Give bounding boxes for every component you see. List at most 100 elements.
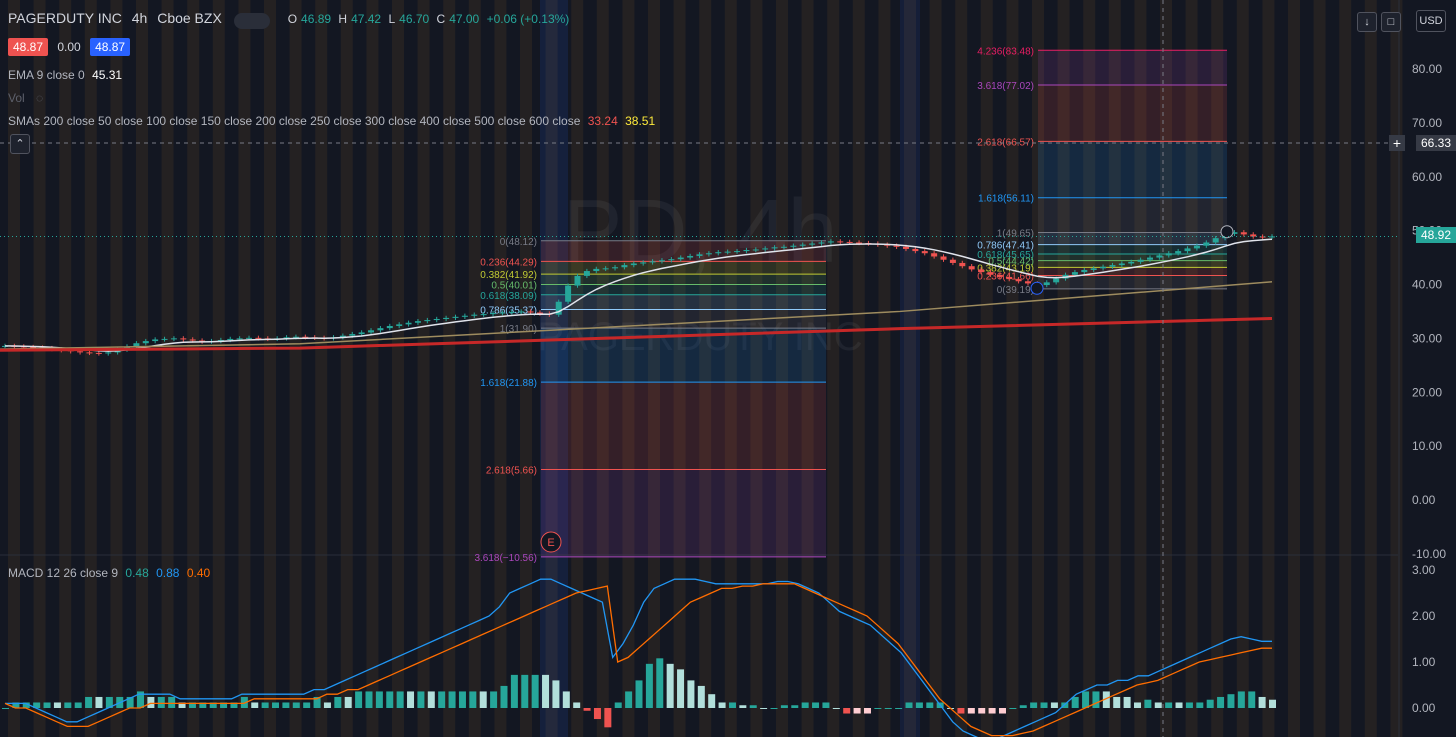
- macd-bar: [386, 691, 394, 708]
- macd-bar: [396, 691, 404, 708]
- candle: [856, 242, 863, 244]
- price-chart[interactable]: 80.0070.0060.0050.0040.0030.0020.0010.00…: [0, 0, 1456, 737]
- session-band: [1339, 0, 1352, 737]
- candle: [499, 312, 506, 314]
- collapse-legend-button[interactable]: ⌃: [10, 134, 30, 154]
- macd-legend[interactable]: MACD 12 26 close 9 0.48 0.88 0.40: [8, 566, 210, 580]
- session-band: [84, 0, 97, 737]
- candle: [480, 314, 487, 316]
- candle: [95, 352, 102, 354]
- macd-bar: [625, 691, 633, 708]
- macd-bar: [282, 702, 290, 708]
- candle: [1128, 261, 1135, 264]
- candle: [414, 321, 421, 323]
- crosshair-price-label: 66.33: [1415, 135, 1456, 151]
- candle: [696, 254, 703, 256]
- candle: [1090, 268, 1097, 270]
- macd-bar: [1144, 699, 1152, 708]
- session-band: [955, 0, 968, 737]
- macd-bar: [957, 708, 965, 714]
- price-tick-label: 70.00: [1412, 116, 1442, 130]
- macd-bar: [417, 691, 425, 708]
- macd-bar: [510, 674, 518, 708]
- fib-level-label: 1.618(21.88): [480, 378, 537, 389]
- fullscreen-icon[interactable]: □: [1381, 12, 1401, 32]
- sma-legend[interactable]: SMAs 200 close 50 close 100 close 150 cl…: [8, 114, 655, 128]
- exchange: Cboe BZX: [157, 10, 222, 26]
- fib-level-label: 0(48.12): [500, 237, 537, 248]
- price-tick-label: 0.00: [1412, 493, 1436, 507]
- macd-bar: [708, 694, 716, 708]
- currency-label[interactable]: USD: [1416, 10, 1446, 32]
- macd-tick-label: 1.00: [1412, 655, 1436, 669]
- macd-bar: [147, 696, 155, 708]
- session-band: [468, 0, 481, 737]
- plus-icon[interactable]: +: [1389, 135, 1405, 151]
- macd-bar: [1113, 696, 1121, 708]
- candle: [255, 337, 262, 339]
- ema-legend[interactable]: EMA 9 close 0 45.31: [8, 68, 122, 82]
- sell-price[interactable]: 48.87: [8, 38, 49, 56]
- candle: [1212, 238, 1219, 243]
- macd-bar: [770, 708, 778, 709]
- symbol-name[interactable]: PAGERDUTY INC: [8, 10, 122, 26]
- session-band: [392, 0, 404, 737]
- session-band: [1364, 0, 1377, 737]
- macd-bar: [863, 708, 871, 714]
- macd-bar: [53, 702, 61, 708]
- candle: [1006, 276, 1013, 280]
- macd-bar: [1206, 699, 1214, 708]
- session-band: [59, 0, 72, 737]
- price-tick-label: 30.00: [1412, 331, 1442, 345]
- eye-hidden-icon[interactable]: ◌: [36, 91, 43, 105]
- price-tick-label: 10.00: [1412, 439, 1442, 453]
- macd-bar: [1237, 691, 1245, 708]
- macd-bar: [780, 705, 788, 708]
- arrow-down-icon[interactable]: ↓: [1357, 12, 1377, 32]
- candle: [809, 243, 816, 245]
- macd-bar: [323, 702, 331, 708]
- candle: [236, 338, 243, 340]
- candle: [724, 251, 731, 253]
- macd-bar: [375, 691, 383, 708]
- candle: [658, 260, 665, 262]
- indicator-toggle-icon[interactable]: [234, 13, 270, 29]
- macd-bar: [967, 708, 975, 714]
- price-tick-label: 20.00: [1412, 385, 1442, 399]
- macd-bar: [677, 669, 685, 708]
- macd-bar: [1248, 691, 1256, 708]
- buy-price[interactable]: 48.87: [90, 38, 131, 56]
- fib-level-label: 3.618(−10.56): [474, 553, 537, 564]
- macd-bar: [812, 702, 820, 708]
- candle: [189, 339, 196, 341]
- macd-bar: [635, 680, 643, 708]
- candle: [818, 242, 825, 244]
- interval[interactable]: 4h: [132, 10, 148, 26]
- volume-legend[interactable]: Vol ◌: [8, 91, 43, 105]
- candle: [471, 314, 478, 316]
- macd-bar: [687, 680, 695, 708]
- candle: [86, 352, 93, 354]
- macd-bar: [1082, 691, 1090, 708]
- symbol-legend: PAGERDUTY INC 4h Cboe BZX O 46.89 H 47.42 …: [8, 10, 573, 26]
- highlight-band: [900, 0, 920, 737]
- macd-bar: [448, 691, 456, 708]
- fib-level-label: 1(31.90): [500, 324, 537, 335]
- candle: [612, 267, 619, 269]
- candle: [490, 313, 497, 315]
- fib-zone: [541, 382, 826, 470]
- candle: [368, 330, 375, 333]
- candle: [583, 271, 590, 276]
- macd-bar: [334, 696, 342, 708]
- session-band: [1262, 0, 1275, 737]
- macd-bar: [915, 702, 923, 708]
- candle: [668, 259, 675, 261]
- fib-level-label: 3.618(77.02): [977, 81, 1034, 92]
- candle: [771, 247, 778, 249]
- macd-bar: [978, 708, 986, 714]
- fib-level-label: 1.618(56.11): [978, 194, 1034, 205]
- fib-zone: [1038, 232, 1227, 245]
- candle: [996, 274, 1003, 277]
- fib-zone: [541, 469, 826, 557]
- macd-bar: [85, 696, 93, 708]
